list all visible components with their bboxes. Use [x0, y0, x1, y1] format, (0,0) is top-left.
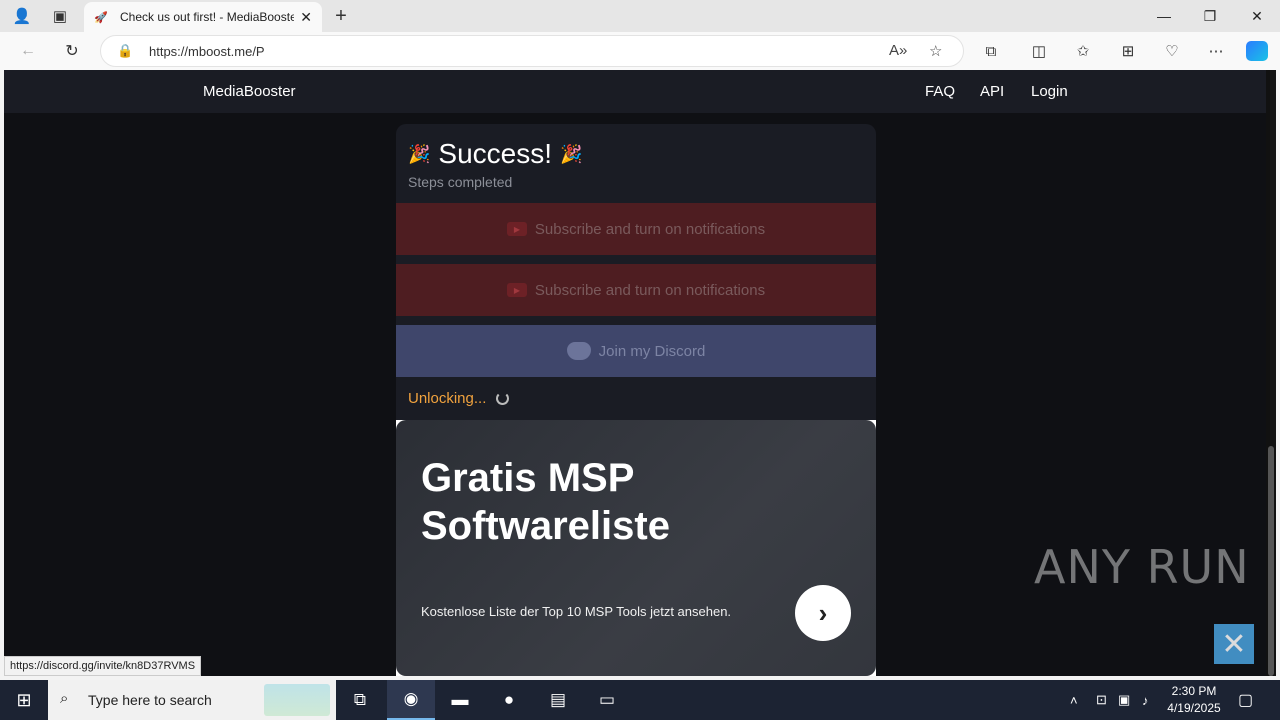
app-terminal-icon[interactable]: ▭	[583, 680, 631, 720]
nav-link-api[interactable]: API	[980, 83, 1004, 100]
nav-link-faq[interactable]: FAQ	[925, 83, 955, 100]
discord-icon	[566, 342, 591, 360]
close-window-icon[interactable]: ✕	[1234, 0, 1280, 32]
edge-browser-icon[interactable]: ◉	[387, 680, 435, 720]
tab-actions-icon[interactable]: ▣	[42, 0, 78, 32]
read-aloud-icon[interactable]: A»	[889, 42, 907, 59]
browser-tab-bar: 👤 ▣ 🚀 Check us out first! - MediaBooster…	[0, 0, 1280, 32]
step-subscribe-1[interactable]: ▶ Subscribe and turn on notifications	[396, 203, 876, 255]
youtube-icon: ▶	[506, 283, 527, 297]
ad-chevron-right-icon[interactable]: ›	[795, 585, 851, 641]
favorites-icon[interactable]: ✩	[1069, 38, 1097, 64]
show-hidden-icons-icon[interactable]: ˄	[1070, 680, 1078, 720]
network-device-icon[interactable]: ⊡	[1096, 680, 1107, 720]
address-bar[interactable]: 🔒 https://mboost.me/P A» ☆	[100, 35, 964, 67]
ad-headline: Gratis MSP Softwareliste	[421, 456, 670, 548]
notifications-icon[interactable]: ▢	[1238, 680, 1253, 720]
new-tab-button[interactable]: +	[330, 2, 352, 30]
browser-essentials-icon[interactable]: ♡	[1158, 38, 1186, 64]
party-popper-icon: 🎉	[560, 143, 583, 164]
network-icon[interactable]: ▣	[1118, 680, 1130, 720]
refresh-icon[interactable]: ↻	[56, 36, 88, 66]
collections-icon[interactable]: ⊞	[1114, 38, 1142, 64]
copilot-icon[interactable]	[1246, 41, 1268, 61]
step-label: Join my Discord	[598, 342, 706, 360]
advertisement-banner[interactable]: Gratis MSP Softwareliste Kostenlose List…	[396, 420, 876, 676]
file-explorer-icon[interactable]: ▬	[436, 680, 484, 720]
step-join-discord[interactable]: Join my Discord	[396, 325, 876, 377]
firefox-icon[interactable]: ●	[485, 680, 533, 720]
site-brand-link[interactable]: MediaBooster	[203, 83, 296, 100]
windows-taskbar: ⊞ ⌕ Type here to search ⧉ ◉ ▬ ● ▤ ▭ ˄ ⊡ …	[0, 680, 1280, 720]
site-header: MediaBooster FAQ API Login	[4, 70, 1266, 113]
browser-toolbar: ← ↻ 🔒 https://mboost.me/P A» ☆ ⧉ ◫ ✩ ⊞ ♡…	[0, 32, 1280, 70]
link-status-tooltip: https://discord.gg/invite/kn8D37RVMS	[4, 656, 202, 676]
search-placeholder: Type here to search	[88, 692, 212, 708]
step-label: Subscribe and turn on notifications	[534, 281, 766, 299]
close-tab-icon[interactable]: ✕	[300, 9, 312, 26]
success-heading: Success!	[438, 138, 553, 169]
lock-icon[interactable]: 🔒	[117, 43, 133, 59]
search-icon: ⌕	[60, 690, 69, 707]
unlock-status: Unlocking...	[408, 390, 510, 407]
ad-content[interactable]: Gratis MSP Softwareliste Kostenlose List…	[396, 420, 876, 676]
extensions-icon[interactable]: ⧉	[977, 38, 1005, 64]
tab-title: Check us out first! - MediaBooster	[120, 10, 295, 24]
party-popper-icon: 🎉	[408, 143, 431, 164]
loading-spinner-icon	[496, 392, 510, 405]
windows-start-icon[interactable]: ⊞	[0, 680, 48, 720]
site-favicon-icon: 🚀	[94, 11, 108, 24]
favorite-star-icon[interactable]: ☆	[929, 42, 942, 60]
browser-tab-active[interactable]: 🚀 Check us out first! - MediaBooster ✕	[84, 2, 322, 32]
taskbar-clock[interactable]: 2:30 PM 4/19/2025	[1162, 683, 1226, 717]
minimize-icon[interactable]: —	[1141, 0, 1187, 32]
steps-subtitle: Steps completed	[408, 174, 513, 190]
restore-icon[interactable]: ❐	[1187, 0, 1233, 32]
youtube-icon: ▶	[506, 222, 527, 236]
unlocking-text: Unlocking...	[408, 390, 487, 407]
address-url[interactable]: https://mboost.me/P	[149, 44, 265, 59]
anyrun-watermark: ANY RUN	[1034, 540, 1250, 594]
anyrun-logo-icon: ✕	[1214, 624, 1254, 664]
ad-body-text: Kostenlose Liste der Top 10 MSP Tools je…	[421, 604, 732, 619]
step-label: Subscribe and turn on notifications	[534, 220, 766, 238]
split-screen-icon[interactable]: ◫	[1025, 38, 1053, 64]
app-window-icon[interactable]: ▤	[534, 680, 582, 720]
profile-icon[interactable]: 👤	[4, 0, 40, 32]
unlock-card: 🎉 Success! 🎉 Steps completed ▶ Subscribe…	[396, 124, 876, 420]
search-highlight-image	[264, 684, 330, 716]
taskbar-search-box[interactable]: ⌕ Type here to search	[48, 680, 336, 720]
nav-link-login[interactable]: Login	[1031, 83, 1068, 100]
scrollbar-thumb[interactable]	[1268, 446, 1274, 676]
step-subscribe-2[interactable]: ▶ Subscribe and turn on notifications	[396, 264, 876, 316]
task-view-icon[interactable]: ⧉	[336, 680, 384, 720]
more-options-icon[interactable]: ⋯	[1202, 38, 1230, 64]
back-icon[interactable]: ←	[12, 36, 44, 66]
clock-date: 4/19/2025	[1167, 701, 1221, 715]
clock-time: 2:30 PM	[1171, 684, 1217, 698]
volume-icon[interactable]: ♪	[1142, 680, 1149, 720]
page-title: 🎉 Success! 🎉	[408, 138, 582, 170]
